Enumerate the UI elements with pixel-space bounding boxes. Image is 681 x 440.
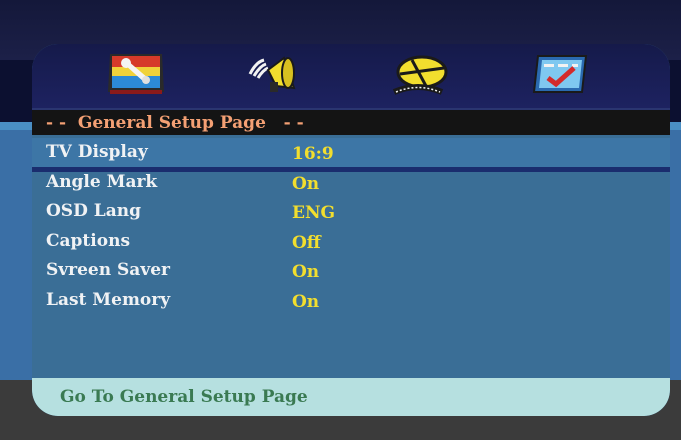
- item-value: On: [292, 291, 320, 312]
- help-text: Go To General Setup Page: [60, 387, 308, 407]
- menu-item-captions[interactable]: Captions Off: [32, 227, 670, 257]
- item-value: On: [292, 173, 320, 194]
- tab-audio-setup[interactable]: [244, 52, 308, 98]
- menu-item-screen-saver[interactable]: Svreen Saver On: [32, 256, 670, 286]
- tab-video-setup[interactable]: [388, 52, 452, 98]
- menu-item-osd-lang[interactable]: OSD Lang ENG: [32, 197, 670, 227]
- item-value: 16:9: [292, 144, 334, 164]
- item-label: TV Display: [46, 142, 148, 162]
- audio-setup-icon: [248, 56, 296, 92]
- menu-item-tv-display[interactable]: TV Display 16:9: [32, 138, 670, 171]
- tab-general-setup[interactable]: [104, 52, 168, 98]
- page-title-bar: - - General Setup Page - -: [32, 110, 670, 135]
- setup-tab-bar: [32, 44, 670, 110]
- item-label: Svreen Saver: [46, 260, 170, 280]
- item-value: ENG: [292, 203, 336, 223]
- item-label: Angle Mark: [46, 171, 158, 192]
- preference-icon: [532, 55, 588, 93]
- item-value: On: [292, 262, 320, 282]
- tab-preference[interactable]: [528, 52, 592, 98]
- item-label: Captions: [46, 230, 131, 251]
- settings-list: TV Display 16:9 Angle Mark On OSD Lang E…: [32, 138, 670, 315]
- item-label: Last Memory: [46, 289, 171, 310]
- menu-item-last-memory[interactable]: Last Memory On: [32, 286, 670, 316]
- general-setup-icon: [108, 54, 164, 94]
- help-bar: Go To General Setup Page: [32, 378, 670, 416]
- video-setup-icon: [392, 55, 448, 95]
- setup-menu-panel: - - General Setup Page - - TV Display 16…: [32, 44, 670, 416]
- item-label: OSD Lang: [46, 201, 141, 221]
- page-title: - - General Setup Page - -: [46, 112, 304, 133]
- menu-item-angle-mark[interactable]: Angle Mark On: [32, 168, 670, 198]
- item-value: Off: [292, 232, 321, 253]
